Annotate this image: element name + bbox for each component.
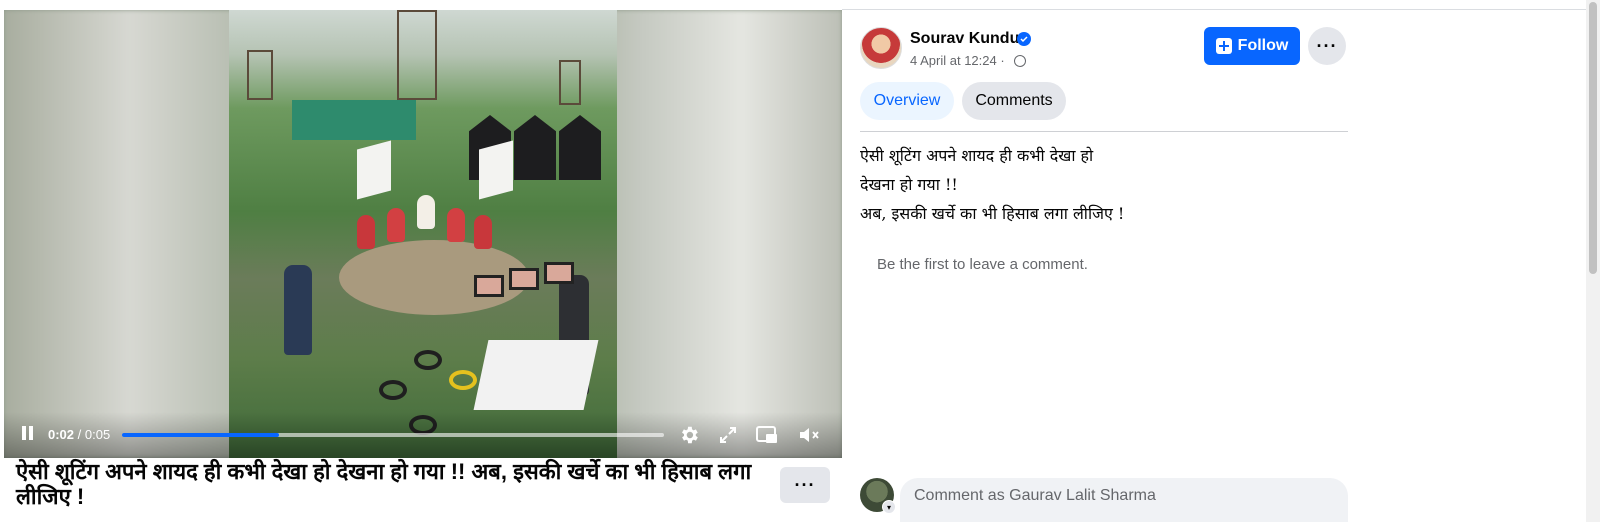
equipment-table: [473, 340, 599, 410]
post-more-button[interactable]: ···: [1308, 27, 1346, 65]
follow-button[interactable]: Follow: [1204, 27, 1300, 65]
pause-icon[interactable]: [21, 426, 35, 442]
dancer: [447, 208, 465, 242]
author-name[interactable]: Sourav Kundu: [910, 30, 1019, 48]
monitor: [509, 268, 539, 290]
softbox-light: [479, 140, 513, 200]
black-tent: [559, 115, 601, 180]
page-scrollbar[interactable]: [1586, 0, 1600, 522]
time-separator: /: [74, 427, 85, 442]
cable-coil: [379, 380, 407, 400]
black-tent: [514, 115, 556, 180]
chevron-down-icon[interactable]: ▾: [882, 500, 896, 514]
green-cabin: [292, 100, 416, 140]
video-progress-fill: [122, 433, 280, 437]
total-time: 0:05: [84, 427, 111, 442]
post-timestamp[interactable]: 4 April at 12:24 ·: [910, 53, 1005, 68]
miniplayer-icon[interactable]: [754, 422, 780, 448]
video-player[interactable]: 0:02 / 0:05: [4, 10, 842, 458]
scrollbar-thumb[interactable]: [1589, 2, 1597, 274]
post-text-line: अब, इसकी खर्चे का भी हिसाब लगा लीजिए !: [860, 204, 1125, 223]
follow-icon: [1215, 38, 1232, 54]
author-avatar[interactable]: [860, 27, 902, 69]
dancer: [417, 195, 435, 229]
video-controls: 0:02 / 0:05: [4, 412, 842, 458]
post-text-line: ऐसी शूटिंग अपने शायद ही कभी देखा हो: [860, 146, 1094, 165]
dancer: [387, 208, 405, 242]
tab-divider: [860, 131, 1348, 132]
cable-coil: [449, 370, 477, 390]
video-time: 0:02 / 0:05: [48, 427, 110, 442]
scaffold-tower: [559, 60, 581, 105]
caption-more-button[interactable]: ···: [780, 467, 830, 503]
monitor: [544, 262, 574, 284]
comment-input[interactable]: [900, 478, 1348, 522]
tab-overview[interactable]: Overview: [860, 82, 954, 120]
video-frame: [229, 10, 617, 458]
mute-icon[interactable]: [797, 422, 823, 448]
settings-icon[interactable]: [676, 422, 702, 448]
follow-label: Follow: [1237, 37, 1289, 54]
softbox-light: [357, 140, 391, 200]
tab-comments[interactable]: Comments: [962, 82, 1066, 120]
post-text: ऐसी शूटिंग अपने शायद ही कभी देखा हो देखन…: [860, 141, 1124, 228]
more-icon: ···: [794, 475, 816, 495]
scaffold-tower: [397, 10, 437, 100]
monitor: [474, 275, 504, 297]
globe-icon: [1014, 55, 1026, 67]
cable-coil: [414, 350, 442, 370]
dancer: [357, 215, 375, 249]
scaffold-tower: [247, 50, 273, 100]
more-icon: ···: [1316, 36, 1338, 56]
fullscreen-icon[interactable]: [715, 422, 741, 448]
empty-comments-message: Be the first to leave a comment.: [877, 256, 1088, 273]
video-progress-bar[interactable]: [122, 433, 664, 437]
page: 0:02 / 0:05 ऐसी शूटिंग अपने शायद ही कभी …: [0, 0, 1600, 522]
dancer: [474, 215, 492, 249]
current-time: 0:02: [48, 427, 75, 442]
verified-icon: [1017, 32, 1031, 46]
camera-operator: [284, 265, 312, 355]
video-caption: ऐसी शूटिंग अपने शायद ही कभी देखा हो देखन…: [16, 459, 752, 509]
post-text-line: देखना हो गया !!: [860, 175, 958, 194]
top-divider: [842, 9, 1586, 10]
